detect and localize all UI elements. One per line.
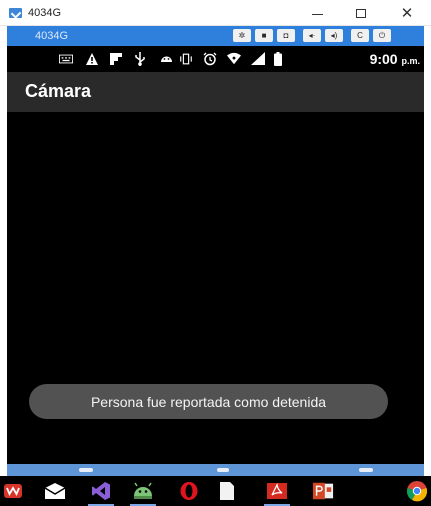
rotate-button[interactable]: C <box>351 29 369 42</box>
wifi-icon <box>227 52 241 65</box>
taskbar-mail[interactable] <box>44 480 66 502</box>
maximize-button[interactable] <box>342 0 380 26</box>
minimize-icon <box>311 14 323 15</box>
record-video-button[interactable]: ■ <box>255 29 273 42</box>
emulator-app-icon <box>9 8 22 18</box>
volume-down-icon: ◂· <box>308 30 316 40</box>
screenshot-button[interactable]: ◘ <box>277 29 295 42</box>
taskbar-chrome[interactable] <box>406 480 428 502</box>
video-camera-icon: ■ <box>261 30 267 40</box>
window-titlebar: 4034G ✕ <box>0 0 431 26</box>
status-time-value: 9:00 <box>369 51 398 67</box>
opera-icon <box>180 482 198 500</box>
status-bar: 9:00 p.m. <box>7 46 424 72</box>
emulator-window: 4034G ✕ 4034G ✲ ■ ◘ ◂· ◂) C ⏻ 9:00 p.m. … <box>0 0 431 506</box>
vibrate-icon <box>179 52 193 65</box>
recents-icon[interactable] <box>359 468 373 472</box>
settings-button[interactable]: ✲ <box>233 29 251 42</box>
mail-icon <box>44 483 66 499</box>
signal-icon <box>251 52 265 65</box>
volume-up-button[interactable]: ◂) <box>325 29 343 42</box>
volume-up-icon: ◂) <box>330 30 338 40</box>
rotate-icon: C <box>357 30 363 40</box>
emulator-device-name: 4034G <box>35 30 69 42</box>
wps-icon <box>4 484 22 498</box>
usb-icon <box>133 51 147 66</box>
taskbar-android-studio[interactable] <box>132 480 154 502</box>
taskbar-opera[interactable] <box>178 480 200 502</box>
flipboard-icon <box>109 52 123 65</box>
status-time: 9:00 p.m. <box>370 51 420 67</box>
taskbar-wps[interactable] <box>2 480 24 502</box>
window-title: 4034G <box>28 7 62 19</box>
android-icon <box>159 52 173 65</box>
device-screen[interactable]: 9:00 p.m. Cámara Persona fue reportada c… <box>7 46 424 464</box>
battery-icon <box>271 51 285 66</box>
close-icon: ✕ <box>400 5 414 22</box>
taskbar-visual-studio[interactable] <box>90 480 112 502</box>
minimize-button[interactable] <box>298 0 336 26</box>
maximize-icon <box>356 8 366 18</box>
toast-message: Persona fue reportada como detenida <box>29 384 388 419</box>
power-button[interactable]: ⏻ <box>373 29 391 42</box>
chrome-icon <box>406 481 428 502</box>
taskbar-acrobat[interactable] <box>266 480 288 502</box>
windows-taskbar <box>0 476 431 506</box>
warning-icon <box>85 52 99 65</box>
powerpoint-icon <box>312 482 334 500</box>
visual-studio-icon <box>92 482 110 500</box>
taskbar-file[interactable] <box>216 480 238 502</box>
keyboard-icon <box>59 52 73 65</box>
close-button[interactable]: ✕ <box>388 0 426 26</box>
gear-icon: ✲ <box>238 30 246 40</box>
navigation-bar <box>7 464 424 476</box>
android-studio-icon <box>134 482 152 499</box>
acrobat-icon <box>267 483 287 499</box>
app-title: Cámara <box>25 81 92 101</box>
camera-icon: ◘ <box>283 30 289 40</box>
alarm-icon <box>203 52 217 65</box>
home-icon[interactable] <box>217 468 229 472</box>
app-action-bar: Cámara <box>7 72 424 112</box>
power-icon: ⏻ <box>378 30 386 40</box>
file-icon <box>220 482 234 500</box>
taskbar-powerpoint[interactable] <box>312 480 334 502</box>
emulator-toolbar: 4034G ✲ ■ ◘ ◂· ◂) C ⏻ <box>7 26 424 46</box>
back-icon[interactable] <box>79 468 93 472</box>
volume-down-button[interactable]: ◂· <box>303 29 321 42</box>
status-time-period: p.m. <box>401 56 420 66</box>
